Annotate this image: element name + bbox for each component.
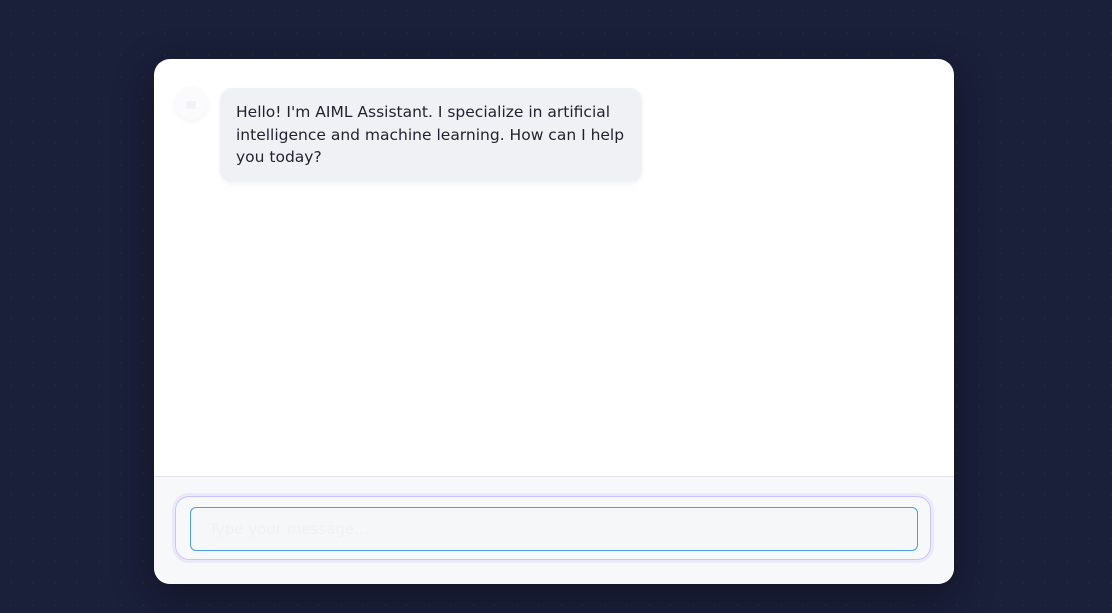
assistant-message-bubble: Hello! I'm AIML Assistant. I specialize … <box>220 88 642 182</box>
message-input[interactable] <box>190 507 918 551</box>
composer-area <box>154 476 954 584</box>
composer-focus-ring <box>175 496 931 560</box>
chat-window: Hello! I'm AIML Assistant. I specialize … <box>154 59 954 584</box>
robot-glyph <box>186 101 196 109</box>
message-list: Hello! I'm AIML Assistant. I specialize … <box>154 59 954 476</box>
robot-avatar-icon <box>175 88 207 120</box>
